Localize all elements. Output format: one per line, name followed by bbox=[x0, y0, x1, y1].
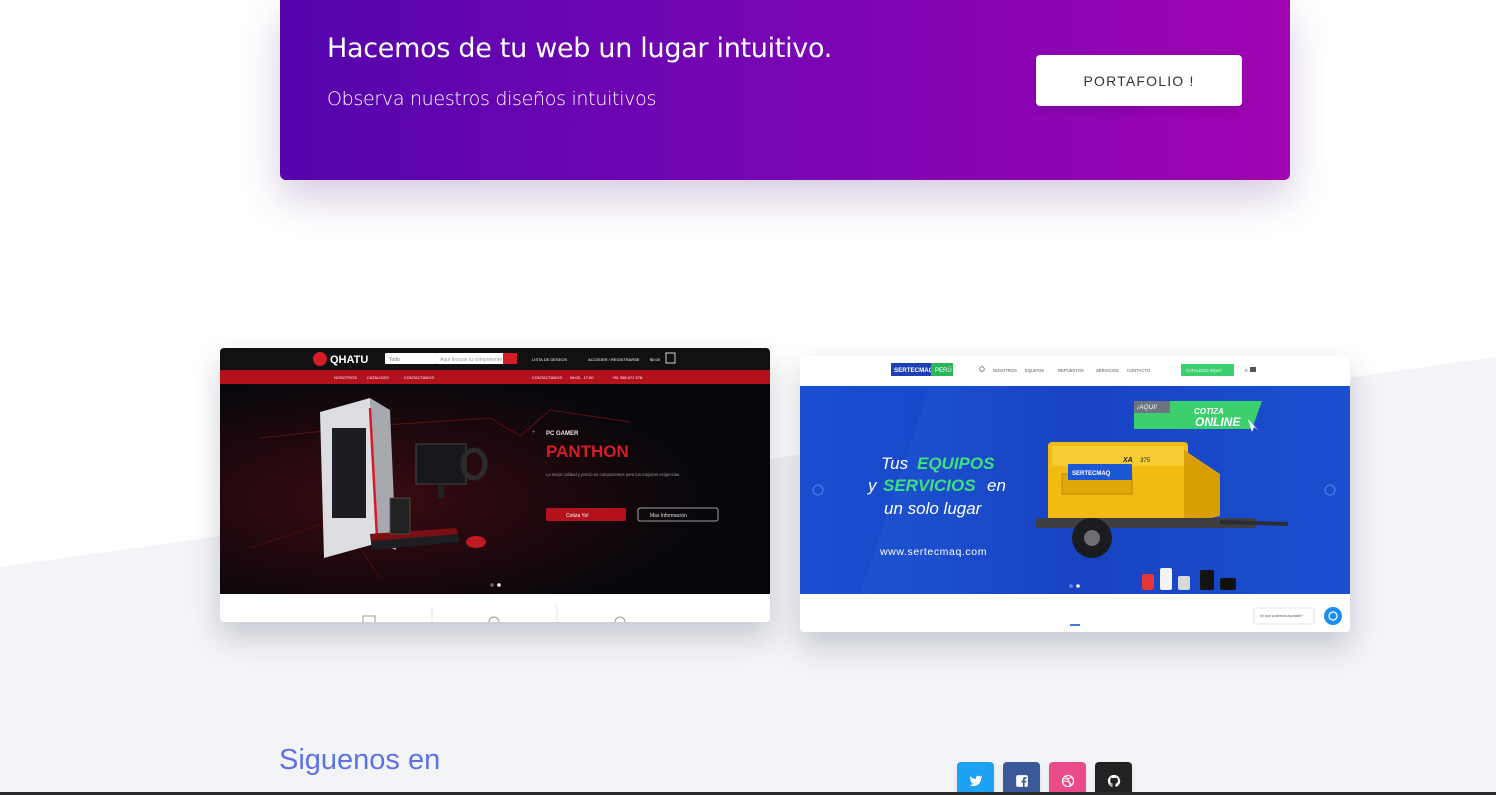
cta-banner: Hacemos de tu web un lugar intuitivo. Ob… bbox=[280, 0, 1290, 180]
sertecmaq-badge-top: ¡AQUI! bbox=[1137, 404, 1157, 411]
qhatu-search-icon bbox=[503, 353, 517, 364]
sertecmaq-nav-4: SERVICIOS bbox=[1096, 368, 1119, 373]
qhatu-slider-dot-2 bbox=[497, 583, 501, 587]
sertecmaq-headline-1: Tus bbox=[881, 454, 909, 473]
sertecmaq-headline-2-accent: SERVICIOS bbox=[883, 476, 976, 495]
qhatu-nav-2: CATALOGO bbox=[367, 375, 389, 380]
qhatu-account: ACCEDER / REGISTRARSE bbox=[588, 357, 640, 362]
sertecmaq-slider-dot-2 bbox=[1076, 584, 1080, 588]
portfolio-card-sertecmaq[interactable]: SERTECMAQ PERÚ NOSOTROS EQUIPOS REPUESTO… bbox=[800, 356, 1350, 632]
qhatu-cart-total: $0.00 bbox=[650, 357, 661, 362]
facebook-button[interactable] bbox=[1003, 762, 1040, 795]
sertecmaq-chat-text: En que podemos ayudarte? bbox=[1260, 614, 1303, 618]
portfolio-button[interactable]: PORTAFOLIO ! bbox=[1036, 55, 1242, 106]
dribbble-button[interactable] bbox=[1049, 762, 1086, 795]
portfolio-card-qhatu[interactable]: QHATU Todo Aquí buscas tu componente LIS… bbox=[220, 348, 770, 622]
qhatu-logo-icon bbox=[313, 352, 327, 366]
qhatu-search-placeholder: Aquí buscas tu componente bbox=[440, 357, 502, 363]
sertecmaq-cart-icon bbox=[1250, 367, 1256, 372]
qhatu-contact-2: 08:00 - 17:00 bbox=[570, 375, 594, 380]
sertecmaq-headline-2-end: en bbox=[987, 476, 1006, 495]
qhatu-screenshot: QHATU Todo Aquí buscas tu componente LIS… bbox=[220, 348, 770, 622]
sertecmaq-url: www.sertecmaq.com bbox=[879, 546, 987, 558]
qhatu-hero-title: PANTHON bbox=[546, 442, 629, 461]
follow-us-title: Siguenos en bbox=[279, 744, 441, 776]
qhatu-logo: QHATU bbox=[330, 354, 368, 366]
sertecmaq-badge-bottom: ONLINE bbox=[1195, 415, 1241, 429]
sertecmaq-nav-5: CONTACTO bbox=[1127, 368, 1151, 373]
qhatu-slider-dot-1 bbox=[490, 583, 494, 587]
twitter-button[interactable] bbox=[957, 762, 994, 795]
qhatu-contact-1: CONTACTANOS bbox=[532, 375, 562, 380]
sertecmaq-nav-2: EQUIPOS bbox=[1025, 368, 1044, 373]
sertecmaq-scroll-indicator bbox=[1070, 624, 1080, 626]
qhatu-hero-btn-secondary-label: Mas Información bbox=[650, 513, 687, 519]
github-button[interactable] bbox=[1095, 762, 1132, 795]
qhatu-nav-1: NOSOTROS bbox=[334, 375, 357, 380]
github-icon bbox=[1107, 774, 1120, 787]
sertecmaq-headline-3: un solo lugar bbox=[884, 499, 983, 518]
sertecmaq-nav-1: NOSOTROS bbox=[993, 368, 1017, 373]
sertecmaq-logo: SERTECMAQ bbox=[894, 367, 934, 374]
cta-subtitle: Observa nuestros diseños intuitivos bbox=[327, 88, 657, 110]
sertecmaq-model: XA bbox=[1122, 457, 1133, 464]
qhatu-hero-text: La mejor calidad y precio en componentes… bbox=[546, 472, 680, 477]
sertecmaq-catalog-label: CATALOGO AQUI ! bbox=[1186, 368, 1222, 373]
qhatu-hero-btn-primary-label: Cotiza Ya! bbox=[566, 513, 589, 519]
sertecmaq-logo-suffix: PERÚ bbox=[935, 367, 952, 374]
facebook-icon bbox=[1015, 774, 1028, 787]
sertecmaq-screenshot: SERTECMAQ PERÚ NOSOTROS EQUIPOS REPUESTO… bbox=[800, 356, 1350, 632]
sertecmaq-headline-1-accent: EQUIPOS bbox=[917, 454, 995, 473]
qhatu-contact-3: +51 958 671 578 bbox=[612, 375, 643, 380]
sertecmaq-model-num: 375 bbox=[1140, 458, 1151, 464]
qhatu-search-category: Todo bbox=[389, 357, 400, 363]
sertecmaq-headline-2: y bbox=[867, 476, 878, 495]
qhatu-plus-icon: + bbox=[532, 430, 536, 436]
sertecmaq-nav-3: REPUESTOS bbox=[1058, 368, 1084, 373]
twitter-icon bbox=[969, 775, 982, 786]
qhatu-wishlist: LISTA DE DESEOS bbox=[532, 357, 567, 362]
sertecmaq-chat-icon bbox=[1324, 607, 1342, 625]
qhatu-hero-kicker: PC GAMER bbox=[546, 431, 579, 437]
cta-title: Hacemos de tu web un lugar intuitivo. bbox=[327, 33, 832, 64]
qhatu-nav-3: CONTACTANOS bbox=[404, 375, 434, 380]
sertecmaq-compressor-logo: SERTECMAQ bbox=[1072, 471, 1111, 477]
dribbble-icon bbox=[1061, 774, 1074, 787]
sertecmaq-slider-dot-1 bbox=[1069, 584, 1073, 588]
